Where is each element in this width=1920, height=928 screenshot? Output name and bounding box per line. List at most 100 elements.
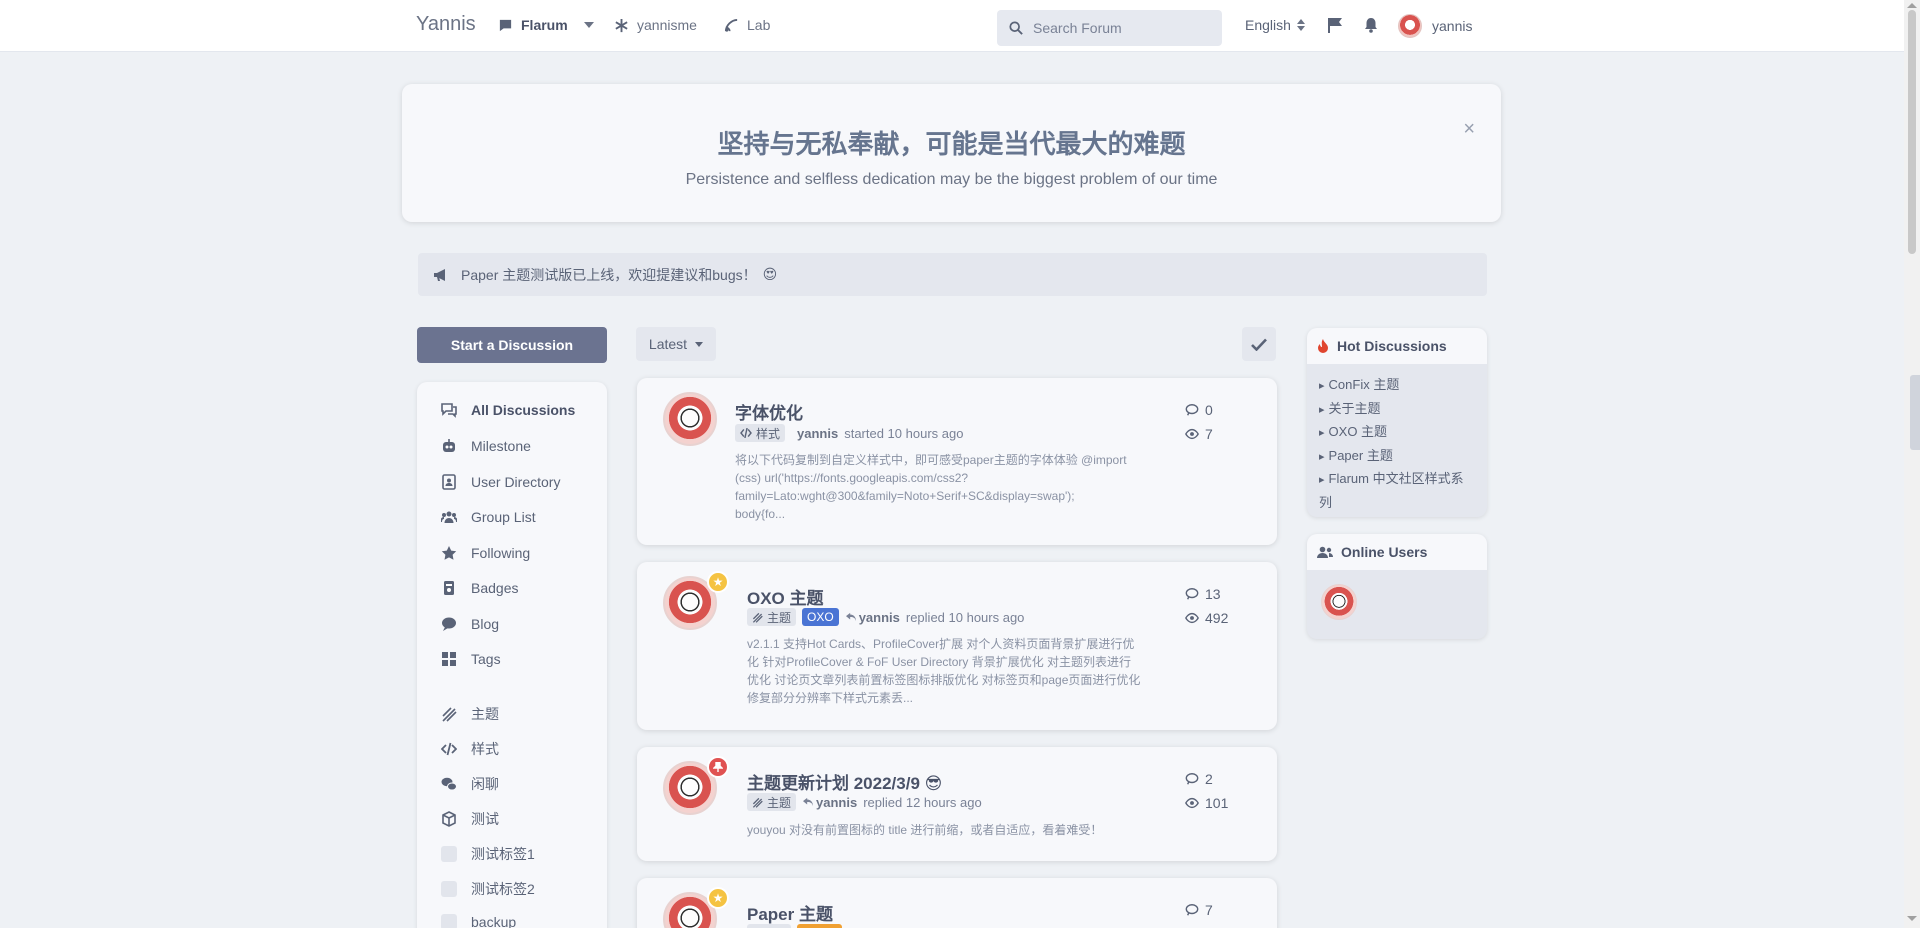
fire-icon xyxy=(1318,339,1328,353)
discussion-tag[interactable] xyxy=(797,924,842,928)
sidebar-item-tags[interactable]: Tags xyxy=(441,651,501,667)
scrollbar-thumb[interactable] xyxy=(1908,10,1916,254)
users-icon xyxy=(441,511,457,523)
comments-icon xyxy=(441,403,457,418)
search-icon xyxy=(1009,21,1023,35)
discussion-tag[interactable] xyxy=(747,924,791,928)
sidebar-tag-chat[interactable]: 闲聊 xyxy=(441,774,499,794)
bullhorn-icon xyxy=(434,268,445,281)
site-brand[interactable]: Yannis xyxy=(416,13,476,36)
comment-outline-icon xyxy=(1185,404,1199,416)
discussion-time: started 10 hours ago xyxy=(844,425,964,441)
sidebar-tag-test1[interactable]: 测试标签1 xyxy=(441,844,535,864)
avatar[interactable] xyxy=(1321,584,1357,620)
hot-list: ConFix 主题 关于主题 OXO 主题 Paper 主题 Flarum 中文… xyxy=(1307,364,1487,517)
reply-count-value: 13 xyxy=(1205,586,1221,602)
discussion-meta: 主题 OXO yannis replied 10 hours ago xyxy=(747,608,1024,626)
comment-outline-icon xyxy=(1185,773,1199,785)
discussion-tag[interactable]: 主题 xyxy=(747,793,797,811)
reply-count: 7 xyxy=(1185,898,1213,922)
tag-box-icon xyxy=(441,914,457,928)
sidebar-item-label: Tags xyxy=(471,651,501,667)
discussion-card[interactable]: ★ Paper 主题 7 xyxy=(637,878,1277,928)
discussion-title[interactable]: OXO 主题 xyxy=(747,584,824,609)
badge-icon xyxy=(444,581,454,595)
sidebar-item-label: Blog xyxy=(471,616,500,632)
discussion-card[interactable]: 字体优化 样式 yannis started 10 hours ago 将以下代… xyxy=(637,378,1277,545)
sidebar-item-following[interactable]: Following xyxy=(441,545,530,561)
nav-lab[interactable]: Lab xyxy=(724,17,770,33)
close-icon[interactable]: × xyxy=(1463,118,1475,141)
code-icon xyxy=(441,742,457,756)
discussion-excerpt: 将以下代码复制到自定义样式中，即可感受paper主题的字体体验 @import … xyxy=(735,451,1135,523)
scroll-up-arrow-icon[interactable] xyxy=(1907,3,1917,8)
hot-item[interactable]: ConFix 主题 xyxy=(1319,374,1475,398)
sidebar-item-label: 样式 xyxy=(471,741,499,757)
code-icon xyxy=(740,428,752,438)
nav-yannisme[interactable]: yannisme xyxy=(614,17,697,33)
discussion-title[interactable]: Paper 主题 xyxy=(747,900,833,925)
flags-button[interactable] xyxy=(1328,17,1343,33)
user-menu[interactable]: yannis xyxy=(1398,14,1472,38)
sidebar-item-group-list[interactable]: Group List xyxy=(441,509,536,525)
notifications-button[interactable] xyxy=(1364,17,1378,33)
nav-flarum-label: Flarum xyxy=(521,17,568,33)
start-discussion-button[interactable]: Start a Discussion xyxy=(417,327,607,363)
side-drawer-handle[interactable] xyxy=(1910,375,1920,450)
discussion-stats: 13 492 xyxy=(1185,582,1228,630)
discussion-card[interactable]: ★ OXO 主题 主题 OXO yannis replied 10 hours … xyxy=(637,562,1277,730)
sidebar-item-label: 主题 xyxy=(471,706,499,722)
author-name[interactable]: yannis xyxy=(816,795,857,810)
nav-flarum[interactable]: Flarum xyxy=(498,17,594,33)
language-selector[interactable]: English xyxy=(1245,17,1305,33)
hot-item[interactable]: Paper 主题 xyxy=(1319,445,1475,469)
author-name[interactable]: yannis xyxy=(859,610,900,625)
sidebar-item-blog[interactable]: Blog xyxy=(441,616,499,632)
discussion-title[interactable]: 字体优化 xyxy=(735,399,803,424)
sort-dropdown[interactable]: Latest xyxy=(636,327,716,361)
hot-item[interactable]: OXO 主题 xyxy=(1319,421,1475,445)
search-box[interactable] xyxy=(997,10,1222,46)
sidebar-item-label: 测试 xyxy=(471,811,499,827)
discussion-meta xyxy=(747,924,842,928)
star-icon xyxy=(441,546,457,560)
reply-icon xyxy=(845,612,856,622)
discussion-stats: 7 xyxy=(1185,898,1213,922)
discussion-tag[interactable]: 主题 xyxy=(747,608,797,626)
eye-icon xyxy=(1185,428,1199,440)
sidebar-tag-style[interactable]: 样式 xyxy=(441,739,499,759)
caret-down-icon xyxy=(583,22,594,28)
author-name[interactable]: yannis xyxy=(797,426,838,441)
sidebar-tag-backup[interactable]: backup xyxy=(441,914,516,928)
announcement-emoji: 😍 xyxy=(762,266,778,282)
reply-icon xyxy=(803,797,814,807)
view-count-value: 492 xyxy=(1205,610,1229,626)
widget-title: Hot Discussions xyxy=(1337,338,1447,354)
discussion-card[interactable]: 主题更新计划 2022/3/9 😎 主题 yannis replied 12 h… xyxy=(637,747,1277,861)
hot-item[interactable]: 关于主题 xyxy=(1319,398,1475,422)
sidebar-tag-theme[interactable]: 主题 xyxy=(441,704,499,724)
mark-all-read-button[interactable] xyxy=(1242,327,1276,361)
sidebar-item-badges[interactable]: Badges xyxy=(441,580,518,596)
chat-icon xyxy=(499,19,512,31)
users-icon xyxy=(1317,546,1333,558)
avatar xyxy=(1398,14,1422,38)
avatar[interactable] xyxy=(663,392,717,446)
sidebar-item-milestone[interactable]: Milestone xyxy=(441,438,531,454)
tag-label: 主题 xyxy=(767,610,792,625)
scroll-down-arrow-icon[interactable] xyxy=(1907,916,1917,921)
sidebar-tag-test[interactable]: 测试 xyxy=(441,809,499,829)
sidebar-item-label: Milestone xyxy=(471,438,531,454)
sidebar-item-user-directory[interactable]: User Directory xyxy=(441,474,560,490)
sidebar-item-all-discussions[interactable]: All Discussions xyxy=(441,402,575,418)
search-input[interactable] xyxy=(1033,20,1203,36)
sidebar-tag-test2[interactable]: 测试标签2 xyxy=(441,879,535,899)
excerpt-line: 化 针对ProfileCover & FoF User Directory 背景… xyxy=(747,655,1132,669)
discussion-tag[interactable]: OXO xyxy=(802,608,839,626)
discussion-tag[interactable]: 样式 xyxy=(735,424,786,442)
discussion-title[interactable]: 主题更新计划 2022/3/9 😎 xyxy=(747,769,942,794)
reply-count: 13 xyxy=(1185,582,1228,606)
reply-count: 0 xyxy=(1185,398,1213,422)
address-book-icon xyxy=(442,474,456,490)
hot-item[interactable]: Flarum 中文社区样式系列 xyxy=(1319,468,1475,513)
